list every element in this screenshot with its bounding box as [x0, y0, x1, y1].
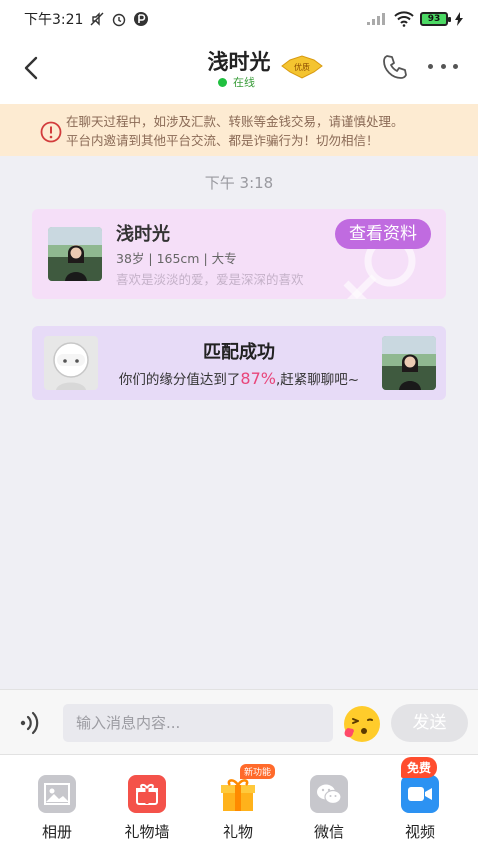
- vip-badge-icon: 优质: [281, 55, 323, 79]
- fraud-warning-banner: 在聊天过程中，如涉及汇款、转账等金钱交易，请谨慎处理。 平台内邀请到其他平台交流…: [0, 104, 478, 156]
- app-notification-icon: [134, 12, 149, 26]
- match-percent: 87%: [240, 369, 276, 388]
- match-desc-suffix: ,赶紧聊聊吧~: [275, 372, 360, 388]
- toolbar-album-label: 相册: [41, 823, 72, 841]
- profile-card[interactable]: 浅时光 38岁 | 165cm | 大专 喜欢是淡淡的爱，爱是深深的喜欢 查看资…: [32, 209, 446, 299]
- message-input[interactable]: [63, 704, 333, 742]
- partner-avatar[interactable]: [382, 336, 436, 390]
- online-status: 在线: [218, 74, 255, 90]
- signal-icon: [367, 13, 385, 25]
- profile-info: 38岁 | 165cm | 大专: [116, 251, 237, 266]
- toolbar-album[interactable]: 相册: [17, 775, 97, 842]
- free-badge: 免费: [401, 757, 438, 778]
- profile-name: 浅时光: [116, 224, 170, 245]
- toolbar-gift-label: 礼物: [222, 823, 253, 841]
- online-label: 在线: [233, 76, 255, 89]
- warning-line-2: 平台内邀请到其他平台交流、都是诈骗行为！切勿相信！: [66, 133, 379, 148]
- status-left: 下午3:21: [24, 9, 149, 29]
- match-desc-prefix: 你们的缘分值达到了: [118, 372, 241, 388]
- wifi-icon: [394, 11, 414, 27]
- view-profile-button[interactable]: 查看资料: [335, 219, 431, 249]
- toolbar-wechat-label: 微信: [313, 823, 344, 841]
- message-input-bar: 发送: [0, 689, 478, 755]
- more-icon[interactable]: [428, 60, 458, 72]
- status-right: 93: [366, 11, 464, 27]
- toolbar-gift-wall-label: 礼物墙: [124, 823, 170, 841]
- album-icon: [38, 775, 76, 813]
- warning-text: 在聊天过程中，如涉及汇款、转账等金钱交易，请谨慎处理。 平台内邀请到其他平台交流…: [66, 112, 404, 150]
- emoji-icon[interactable]: [342, 704, 382, 744]
- video-icon: [401, 775, 439, 813]
- gift-wall-icon: [128, 775, 166, 813]
- page-title: 浅时光: [207, 50, 271, 74]
- voice-input-icon[interactable]: [18, 708, 46, 738]
- send-button[interactable]: 发送: [391, 704, 468, 742]
- bottom-toolbar: 相册 礼物墙 礼物 新功能 微信 视频 免费: [0, 755, 478, 850]
- toolbar-gift-wall[interactable]: 礼物墙: [107, 775, 187, 842]
- vip-badge-text: 优质: [294, 62, 310, 72]
- chat-timestamp: 下午 3:18: [204, 174, 274, 192]
- battery-indicator: 93: [420, 12, 451, 26]
- toolbar-wechat[interactable]: 微信: [289, 775, 369, 842]
- profile-motto: 喜欢是淡淡的爱，爱是深深的喜欢: [116, 272, 304, 287]
- warning-line-1: 在聊天过程中，如涉及汇款、转账等金钱交易，请谨慎处理。: [66, 114, 404, 129]
- new-feature-badge: 新功能: [240, 764, 276, 779]
- status-bar: 下午3:21 93: [0, 0, 478, 38]
- warning-icon: [40, 121, 62, 143]
- toolbar-video-label: 视频: [404, 823, 435, 841]
- toolbar-video[interactable]: 视频: [380, 775, 460, 842]
- alarm-icon: [113, 13, 126, 27]
- charging-icon: [455, 12, 463, 26]
- online-dot: [218, 77, 227, 87]
- gift-icon: [219, 775, 257, 813]
- mute-icon: [90, 12, 104, 26]
- toolbar-gift[interactable]: 礼物: [198, 775, 278, 842]
- chat-header: 浅时光 优质 在线: [0, 38, 478, 104]
- wechat-icon: [310, 775, 348, 813]
- match-card: 匹配成功 你们的缘分值达到了87%,赶紧聊聊吧~: [32, 326, 446, 400]
- phone-icon[interactable]: [380, 52, 410, 82]
- status-time: 下午3:21: [24, 12, 84, 28]
- avatar[interactable]: [48, 227, 102, 281]
